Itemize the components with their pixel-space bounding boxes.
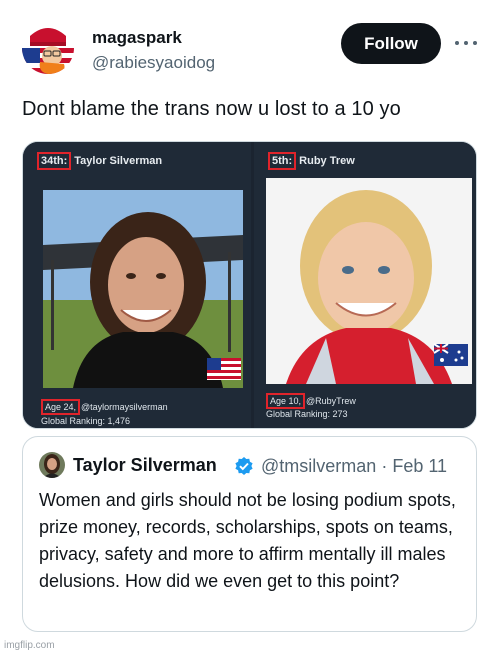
left-name: Taylor Silverman — [74, 155, 163, 167]
post-text: Dont blame the trans now u lost to a 10 … — [22, 98, 401, 120]
right-rank: 5th: — [268, 152, 297, 170]
author-handle[interactable]: @rabiesyaoidog — [92, 53, 215, 73]
quoted-author-name[interactable]: Taylor Silverman — [73, 455, 217, 476]
quoted-author-meta: @tmsilverman · Feb 11 — [261, 456, 447, 477]
quoted-author-handle[interactable]: @tmsilverman — [261, 456, 376, 476]
left-panel: 34th: Taylor Silverman Age 24, @taylorma… — [23, 142, 251, 428]
left-panel-header: 34th: Taylor Silverman — [37, 152, 162, 170]
quoted-post-date[interactable]: Feb 11 — [392, 456, 447, 476]
quoted-post[interactable]: Taylor Silverman @tmsilverman · Feb 11 W… — [22, 436, 477, 632]
quoted-post-text: Women and girls should not be losing pod… — [39, 490, 456, 591]
verified-badge-icon — [234, 456, 254, 476]
post-media-image[interactable]: 34th: Taylor Silverman Age 24, @taylorma… — [22, 141, 477, 429]
author-name[interactable]: magaspark — [92, 28, 182, 48]
quoted-author-avatar[interactable] — [39, 452, 65, 478]
right-age: Age 10, — [266, 393, 306, 409]
more-options-icon[interactable] — [455, 33, 477, 53]
right-panel: 5th: Ruby Trew Age 10, @RubyTrew Global … — [254, 142, 476, 428]
left-panel-info: Age 24, @taylormaysilverman — [41, 399, 168, 415]
right-panel-header: 5th: Ruby Trew — [268, 152, 355, 170]
follow-button[interactable]: Follow — [341, 23, 441, 64]
right-global-ranking: Global Ranking: 273 — [266, 409, 348, 419]
left-rank: 34th: — [37, 152, 72, 170]
imgflip-watermark: imgflip.com — [4, 640, 55, 651]
left-handle: @taylormaysilverman — [81, 402, 168, 412]
right-athlete-photo — [266, 178, 472, 384]
left-global-ranking: Global Ranking: 1,476 — [41, 416, 131, 426]
author-avatar[interactable] — [22, 22, 74, 74]
meta-separator: · — [381, 456, 388, 476]
left-age: Age 24, — [41, 399, 81, 415]
right-handle: @RubyTrew — [306, 396, 356, 406]
right-panel-info: Age 10, @RubyTrew — [266, 393, 356, 409]
left-athlete-photo — [43, 190, 243, 388]
right-name: Ruby Trew — [299, 155, 355, 167]
